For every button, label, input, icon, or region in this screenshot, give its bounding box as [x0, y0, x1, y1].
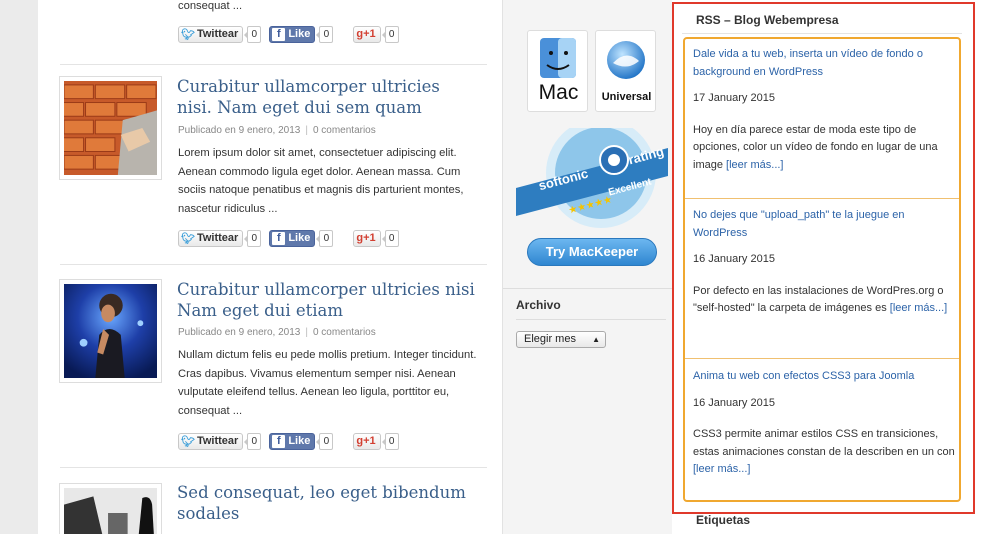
- social-share-row: 🐦︎ Twittear 0 f Like 0 g +1 0: [178, 432, 399, 450]
- try-mackeeper-button[interactable]: Try MacKeeper: [527, 238, 657, 266]
- twitter-count: 0: [244, 25, 262, 43]
- facebook-count: 0: [316, 25, 334, 43]
- post-title[interactable]: Sed consequat, leo eget bibendum sodales: [177, 482, 477, 524]
- twitter-button[interactable]: 🐦︎ Twittear: [178, 229, 244, 247]
- post-date: Publicado en 9 enero, 2013: [178, 125, 301, 136]
- read-more-link[interactable]: [leer más...]: [726, 159, 783, 171]
- facebook-icon: f: [272, 434, 286, 448]
- rss-item: Anima tu web con efectos CSS3 para Jooml…: [693, 368, 955, 479]
- gplus-icon: g: [356, 28, 364, 40]
- post-excerpt: Lorem ipsum dolor sit amet, consectetuer…: [178, 147, 464, 215]
- post-divider: [60, 64, 487, 65]
- meta-separator: |: [305, 327, 308, 338]
- social-share-row: 🐦︎ Twittear 0 f Like 0 g +1 0: [178, 25, 399, 43]
- mac-badge[interactable]: Mac: [527, 30, 588, 112]
- archive-month-select[interactable]: Elegir mes ▲: [516, 331, 606, 348]
- post-divider: [60, 467, 487, 468]
- rss-item-summary: Hoy en día parece estar de moda este tip…: [693, 123, 938, 171]
- facebook-count: 0: [316, 229, 334, 247]
- facebook-icon: f: [272, 231, 286, 245]
- mac-label: Mac: [538, 81, 579, 104]
- rss-item-summary: CSS3 permite animar estilos CSS en trans…: [693, 428, 955, 476]
- gplus-icon: g: [356, 435, 364, 447]
- gplus-count: 0: [381, 229, 399, 247]
- post-thumbnail-street[interactable]: [59, 483, 162, 534]
- twitter-button[interactable]: 🐦︎ Twittear: [178, 432, 244, 450]
- post-title[interactable]: Curabitur ullamcorper ultricies nisi Nam…: [177, 279, 477, 321]
- facebook-icon: f: [272, 27, 286, 41]
- rss-item: Dale vida a tu web, inserta un vídeo de …: [693, 46, 955, 175]
- comments-link[interactable]: 0 comentarios: [313, 125, 376, 136]
- comments-link[interactable]: 0 comentarios: [313, 327, 376, 338]
- post-divider: [60, 264, 487, 265]
- gplus-icon: g: [356, 232, 364, 244]
- twitter-count: 0: [244, 229, 262, 247]
- universal-badge[interactable]: Universal: [595, 30, 656, 112]
- rss-item-link[interactable]: No dejes que "upload_path" te la juegue …: [693, 207, 955, 242]
- post-meta: Publicado en 9 enero, 2013 | 0 comentarios: [178, 125, 376, 136]
- post-date: Publicado en 9 enero, 2013: [178, 327, 301, 338]
- select-arrows-icon: ▲: [592, 335, 600, 344]
- archive-widget-title: Archivo: [516, 298, 561, 312]
- rss-title-underline: [682, 33, 962, 34]
- twitter-count: 0: [244, 432, 262, 450]
- rss-item-link[interactable]: Anima tu web con efectos CSS3 para Jooml…: [693, 368, 955, 386]
- rss-item-divider: [685, 198, 959, 199]
- twitter-bird-icon: 🐦︎: [181, 435, 195, 448]
- facebook-like-button[interactable]: f Like: [269, 25, 316, 43]
- mac-finder-icon: [540, 38, 576, 78]
- facebook-count: 0: [316, 432, 334, 450]
- widget-divider: [503, 288, 672, 289]
- post-meta: Publicado en 9 enero, 2013 | 0 comentarios: [178, 327, 376, 338]
- post-excerpt-fragment: consequat ...: [178, 0, 243, 12]
- read-more-link[interactable]: [leer más...]: [890, 302, 947, 314]
- gplus-button[interactable]: g +1: [353, 25, 381, 43]
- post-title[interactable]: Curabitur ullamcorper ultricies nisi. Na…: [177, 76, 477, 118]
- post-excerpt: Nullam dictum felis eu pede mollis preti…: [178, 349, 477, 417]
- widget-title-underline: [516, 319, 666, 320]
- facebook-like-button[interactable]: f Like: [269, 229, 316, 247]
- rss-item-divider: [685, 358, 959, 359]
- post-thumbnail-singer[interactable]: [59, 279, 162, 383]
- softonic-rating-badge[interactable]: softonic rating Excellent ★★★★★: [516, 118, 668, 228]
- gplus-count: 0: [381, 432, 399, 450]
- twitter-bird-icon: 🐦︎: [181, 232, 195, 245]
- social-share-row: 🐦︎ Twittear 0 f Like 0 g +1 0: [178, 229, 399, 247]
- twitter-bird-icon: 🐦︎: [181, 28, 195, 41]
- rss-item-date: 16 January 2015: [693, 253, 775, 266]
- universal-label: Universal: [601, 91, 652, 103]
- universal-swirl-icon: [607, 41, 645, 79]
- facebook-like-button[interactable]: f Like: [269, 432, 316, 450]
- rss-item-date: 16 January 2015: [693, 396, 775, 409]
- rss-item-date: 17 January 2015: [693, 92, 775, 105]
- gplus-count: 0: [381, 25, 399, 43]
- rss-item: No dejes que "upload_path" te la juegue …: [693, 207, 955, 318]
- read-more-link[interactable]: [leer más...]: [693, 463, 750, 475]
- rss-item-summary: Por defecto en las instalaciones de Word…: [693, 284, 948, 315]
- rss-item-link[interactable]: Dale vida a tu web, inserta un vídeo de …: [693, 46, 955, 81]
- twitter-button[interactable]: 🐦︎ Twittear: [178, 25, 244, 43]
- meta-separator: |: [305, 125, 308, 136]
- gplus-button[interactable]: g +1: [353, 229, 381, 247]
- rss-widget-title: RSS – Blog Webempresa: [696, 13, 839, 27]
- gplus-button[interactable]: g +1: [353, 432, 381, 450]
- post-thumbnail-bricks[interactable]: [59, 76, 162, 180]
- tags-widget-title: Etiquetas: [696, 513, 751, 527]
